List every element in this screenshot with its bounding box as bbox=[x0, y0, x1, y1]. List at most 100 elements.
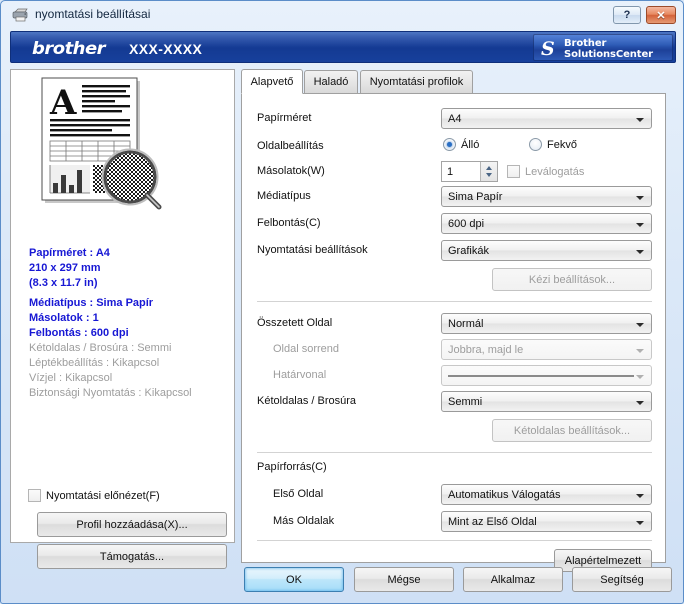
preview-panel: A bbox=[10, 69, 235, 543]
page-order-dropdown[interactable]: Jobbra, majd le bbox=[441, 339, 652, 360]
chevron-down-icon bbox=[636, 494, 644, 498]
tab-halado[interactable]: Haladó bbox=[304, 70, 358, 93]
row-paper-size: Papírméret A4 bbox=[242, 108, 667, 130]
chevron-down-icon bbox=[636, 323, 644, 327]
checkbox-box-icon bbox=[28, 489, 41, 502]
row-first-page: Első Oldal Automatikus Válogatás bbox=[242, 484, 667, 506]
close-icon[interactable]: ✕ bbox=[646, 6, 676, 24]
orientation-landscape-radio[interactable]: Fekvő bbox=[529, 138, 577, 151]
print-settings-dropdown[interactable]: Grafikák bbox=[441, 240, 652, 261]
collate-checkbox[interactable]: Leválogatás bbox=[507, 165, 584, 178]
divider-1 bbox=[257, 301, 652, 302]
window-title: nyomtatási beállításai bbox=[35, 7, 150, 21]
add-profile-button[interactable]: Profil hozzáadása(X)... bbox=[37, 512, 227, 537]
first-page-label: Első Oldal bbox=[273, 488, 323, 500]
title-bar: nyomtatási beállításai ? ✕ bbox=[1, 1, 684, 29]
first-page-value: Automatikus Válogatás bbox=[448, 489, 561, 501]
chevron-down-icon bbox=[636, 250, 644, 254]
duplex-booklet-value: Semmi bbox=[448, 396, 482, 408]
tab-nyomtatasi-profilok[interactable]: Nyomtatási profilok bbox=[360, 70, 473, 93]
duplex-settings-button[interactable]: Kétoldalas beállítások... bbox=[492, 419, 652, 442]
chevron-down-icon bbox=[636, 223, 644, 227]
row-paper-source-header: Papírforrás(C) bbox=[242, 457, 667, 479]
ok-button[interactable]: OK bbox=[244, 567, 344, 592]
first-page-dropdown[interactable]: Automatikus Válogatás bbox=[441, 484, 652, 505]
divider-2 bbox=[257, 452, 652, 453]
summary-copies: Másolatok : 1 bbox=[29, 311, 229, 326]
divider-3 bbox=[257, 540, 652, 541]
summary-duplex: Kétoldalas / Brosúra : Semmi bbox=[29, 341, 229, 356]
copies-label: Másolatok(W) bbox=[257, 165, 325, 177]
multiple-page-value: Normál bbox=[448, 318, 483, 330]
border-line-preview bbox=[448, 375, 634, 377]
chevron-down-icon[interactable] bbox=[486, 173, 492, 177]
resolution-dropdown[interactable]: 600 dpi bbox=[441, 213, 652, 234]
border-line-dropdown[interactable] bbox=[441, 365, 652, 386]
help-titlebar-button[interactable]: ? bbox=[613, 6, 641, 24]
print-preview-checkbox[interactable]: Nyomtatási előnézet(F) bbox=[28, 489, 160, 502]
manual-settings-button[interactable]: Kézi beállítások... bbox=[492, 268, 652, 291]
duplex-booklet-dropdown[interactable]: Semmi bbox=[441, 391, 652, 412]
summary-media-type: Médiatípus : Sima Papír bbox=[29, 296, 229, 311]
brother-logo: brother bbox=[32, 39, 105, 59]
collate-label: Leválogatás bbox=[525, 166, 584, 178]
print-settings-value: Grafikák bbox=[448, 245, 489, 257]
brother-solutions-center-button[interactable]: S Brother SolutionsCenter bbox=[533, 34, 673, 61]
checkbox-box-icon bbox=[507, 165, 520, 178]
other-pages-value: Mint az Első Oldal bbox=[448, 516, 537, 528]
summary-watermark: Vízjel : Kikapcsol bbox=[29, 371, 229, 386]
orientation-landscape-label: Fekvő bbox=[547, 139, 577, 151]
settings-summary-list: Papírméret : A4 210 x 297 mm (8.3 x 11.7… bbox=[29, 246, 229, 401]
alapveto-tab-panel: Papírméret A4 Oldalbeállítás Álló Fekvő … bbox=[241, 93, 666, 563]
svg-text:A: A bbox=[49, 83, 77, 123]
row-print-settings: Nyomtatási beállítások Grafikák bbox=[242, 240, 667, 262]
support-button[interactable]: Támogatás... bbox=[37, 544, 227, 569]
brother-s-mark-icon: S bbox=[541, 38, 555, 60]
print-preview-label: Nyomtatási előnézet(F) bbox=[46, 490, 160, 502]
border-line-label: Határvonal bbox=[273, 369, 326, 381]
chevron-up-icon[interactable] bbox=[486, 166, 492, 170]
page-order-label: Oldal sorrend bbox=[273, 343, 339, 355]
row-copies: Másolatok(W) 1 Leválogatás bbox=[242, 161, 667, 183]
chevron-down-icon bbox=[636, 401, 644, 405]
copies-spin-buttons[interactable] bbox=[480, 162, 497, 181]
print-settings-label: Nyomtatási beállítások bbox=[257, 244, 368, 256]
brother-banner: brother XXX-XXXX S Brother SolutionsCent… bbox=[10, 31, 676, 63]
summary-paper-dim-mm: 210 x 297 mm bbox=[29, 261, 229, 276]
chevron-down-icon bbox=[636, 118, 644, 122]
chevron-down-icon bbox=[636, 375, 644, 379]
orientation-label: Oldalbeállítás bbox=[257, 140, 324, 152]
summary-paper-size: Papírméret : A4 bbox=[29, 246, 229, 261]
paper-size-label: Papírméret bbox=[257, 112, 311, 124]
summary-scaling: Léptékbeállítás : Kikapcsol bbox=[29, 356, 229, 371]
other-pages-label: Más Oldalak bbox=[273, 515, 334, 527]
summary-resolution: Felbontás : 600 dpi bbox=[29, 326, 229, 341]
media-type-dropdown[interactable]: Sima Papír bbox=[441, 186, 652, 207]
tab-alapveto[interactable]: Alapvető bbox=[241, 69, 303, 94]
print-settings-window: nyomtatási beállításai ? ✕ brother XXX-X… bbox=[0, 0, 684, 604]
orientation-portrait-label: Álló bbox=[461, 139, 479, 151]
radio-filled-icon bbox=[443, 138, 456, 151]
apply-button[interactable]: Alkalmaz bbox=[463, 567, 563, 592]
help-button[interactable]: Segítség bbox=[572, 567, 672, 592]
copies-stepper[interactable]: 1 bbox=[441, 161, 498, 182]
multiple-page-dropdown[interactable]: Normál bbox=[441, 313, 652, 334]
chevron-down-icon bbox=[636, 521, 644, 525]
paper-size-dropdown[interactable]: A4 bbox=[441, 108, 652, 129]
media-type-label: Médiatípus bbox=[257, 190, 311, 202]
row-media-type: Médiatípus Sima Papír bbox=[242, 186, 667, 208]
other-pages-dropdown[interactable]: Mint az Első Oldal bbox=[441, 511, 652, 532]
row-multiple-page: Összetett Oldal Normál bbox=[242, 313, 667, 335]
summary-paper-dim-in: (8.3 x 11.7 in) bbox=[29, 276, 229, 291]
document-preview-image: A bbox=[25, 77, 185, 235]
cancel-button[interactable]: Mégse bbox=[354, 567, 454, 592]
page-order-value: Jobbra, majd le bbox=[448, 344, 523, 356]
radio-empty-icon bbox=[529, 138, 542, 151]
row-page-order: Oldal sorrend Jobbra, majd le bbox=[242, 339, 667, 361]
orientation-portrait-radio[interactable]: Álló bbox=[443, 138, 479, 151]
copies-value: 1 bbox=[447, 166, 453, 178]
chevron-down-icon bbox=[636, 196, 644, 200]
multiple-page-label: Összetett Oldal bbox=[257, 317, 332, 329]
printer-icon bbox=[12, 8, 30, 23]
solutions-center-line2: SolutionsCenter bbox=[564, 49, 653, 60]
